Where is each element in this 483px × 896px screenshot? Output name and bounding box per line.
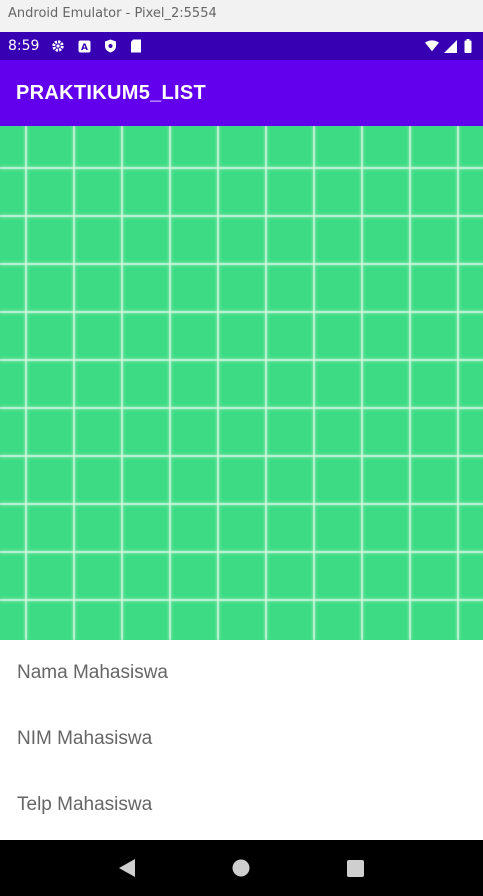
image-view bbox=[0, 126, 483, 640]
list-item-label: Nama Mahasiswa bbox=[17, 662, 168, 683]
back-button[interactable] bbox=[107, 848, 147, 888]
recents-icon bbox=[347, 859, 365, 877]
sd-card-icon bbox=[129, 39, 143, 53]
window-title: Android Emulator - Pixel_2:5554 bbox=[0, 0, 483, 32]
list-item-label: NIM Mahasiswa bbox=[17, 728, 153, 749]
navigation-bar bbox=[0, 840, 483, 896]
back-icon bbox=[119, 859, 136, 877]
recents-button[interactable] bbox=[336, 848, 376, 888]
home-icon bbox=[232, 859, 250, 877]
app-bar: PRAKTIKUM5_LIST bbox=[0, 60, 483, 126]
status-time: 8:59 bbox=[8, 38, 40, 54]
list-item-telp[interactable]: Telp Mahasiswa bbox=[0, 772, 483, 838]
app-title: PRAKTIKUM5_LIST bbox=[16, 81, 207, 104]
battery-icon bbox=[461, 39, 475, 53]
home-button[interactable] bbox=[221, 848, 261, 888]
wifi-icon bbox=[425, 39, 439, 53]
a-icon: A bbox=[77, 39, 91, 53]
signal-icon bbox=[443, 39, 457, 53]
status-bar: 8:59 A bbox=[0, 32, 483, 60]
student-list: Nama Mahasiswa NIM Mahasiswa Telp Mahasi… bbox=[0, 640, 483, 840]
list-item-label: Telp Mahasiswa bbox=[17, 794, 153, 815]
list-item-nim[interactable]: NIM Mahasiswa bbox=[0, 706, 483, 772]
grid-icon bbox=[0, 126, 483, 640]
svg-text:A: A bbox=[81, 43, 88, 53]
settings-icon bbox=[51, 39, 65, 53]
list-item-nama[interactable]: Nama Mahasiswa bbox=[0, 640, 483, 706]
shield-icon bbox=[103, 39, 117, 53]
